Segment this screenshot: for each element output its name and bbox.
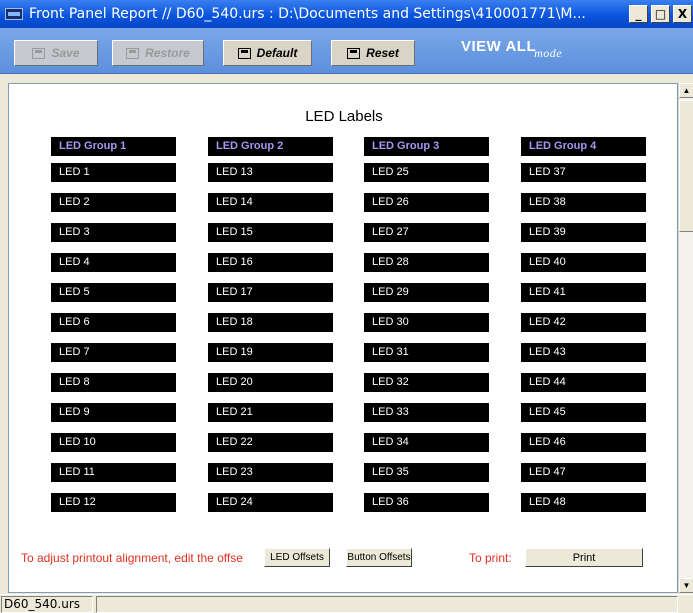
led-label: LED 35 [364, 463, 489, 482]
vertical-scrollbar[interactable]: ▲ ▼ [678, 83, 693, 593]
led-label: LED 31 [364, 343, 489, 362]
led-label: LED 14 [208, 193, 333, 212]
led-label: LED 18 [208, 313, 333, 332]
window-controls: _ □ X [629, 5, 692, 23]
view-all-label: VIEW ALL [461, 38, 537, 55]
led-group-header: LED Group 2 [208, 137, 333, 156]
close-button[interactable]: X [673, 5, 692, 23]
led-label: LED 47 [521, 463, 646, 482]
led-label: LED 16 [208, 253, 333, 272]
led-label: LED 8 [51, 373, 176, 392]
minimize-button[interactable]: _ [629, 5, 648, 23]
led-label: LED 24 [208, 493, 333, 512]
led-label: LED 5 [51, 283, 176, 302]
default-icon [237, 47, 251, 59]
button-offsets-button[interactable]: Button Offsets [346, 548, 412, 567]
status-file-name: D60_540.urs [1, 596, 93, 613]
led-group-column: LED Group 2 LED 13 LED 14 LED 15 LED 16 LED 1… [208, 137, 333, 523]
default-label: Default [256, 46, 298, 60]
led-group-header: LED Group 4 [521, 137, 646, 156]
save-label: Save [51, 46, 80, 60]
status-bar: D60_540.urs [0, 594, 693, 613]
report-footer: To adjust printout alignment, edit the o… [9, 547, 677, 569]
led-label: LED 45 [521, 403, 646, 422]
led-group-column: LED Group 3 LED 25 LED 26 LED 27 LED 28 LED 2… [364, 137, 489, 523]
led-label: LED 4 [51, 253, 176, 272]
default-button[interactable]: Default [223, 40, 312, 66]
led-group-column: LED Group 4 LED 37 LED 38 LED 39 LED 40 LED 4… [521, 137, 646, 523]
led-label: LED 21 [208, 403, 333, 422]
led-label: LED 19 [208, 343, 333, 362]
led-group-column: LED Group 1 LED 1 LED 2 LED 3 LED 4 LED 5 LED … [51, 137, 176, 523]
scrollbar-thumb[interactable] [679, 100, 693, 232]
app-window-icon [5, 8, 23, 20]
led-label: LED 38 [521, 193, 646, 212]
led-group-header: LED Group 3 [364, 137, 489, 156]
led-label: LED 3 [51, 223, 176, 242]
led-label: LED 34 [364, 433, 489, 452]
led-label: LED 40 [521, 253, 646, 272]
led-label: LED 39 [521, 223, 646, 242]
led-label: LED 27 [364, 223, 489, 242]
led-label: LED 44 [521, 373, 646, 392]
led-label: LED 13 [208, 163, 333, 182]
led-label: LED 32 [364, 373, 489, 392]
reset-icon [347, 47, 361, 59]
led-label: LED 29 [364, 283, 489, 302]
led-label: LED 25 [364, 163, 489, 182]
led-label: LED 26 [364, 193, 489, 212]
led-label: LED 23 [208, 463, 333, 482]
save-icon [32, 47, 46, 59]
led-label: LED 28 [364, 253, 489, 272]
led-label: LED 6 [51, 313, 176, 332]
led-label: LED 12 [51, 493, 176, 512]
save-button[interactable]: Save [14, 40, 98, 66]
scroll-down-arrow-icon[interactable]: ▼ [679, 578, 693, 593]
led-label: LED 30 [364, 313, 489, 332]
led-group-header: LED Group 1 [51, 137, 176, 156]
led-label: LED 46 [521, 433, 646, 452]
led-label: LED 36 [364, 493, 489, 512]
restore-icon [126, 47, 140, 59]
reset-button[interactable]: Reset [331, 40, 415, 66]
led-label: LED 7 [51, 343, 176, 362]
led-label: LED 42 [521, 313, 646, 332]
led-label: LED 2 [51, 193, 176, 212]
view-all-mode-toggle[interactable]: VIEW ALLmode [461, 38, 562, 60]
led-label: LED 9 [51, 403, 176, 422]
alignment-instructions: To adjust printout alignment, edit the o… [21, 551, 243, 565]
led-label: LED 10 [51, 433, 176, 452]
restore-button[interactable]: Restore [112, 40, 204, 66]
print-button[interactable]: Print [525, 548, 643, 567]
led-label: LED 17 [208, 283, 333, 302]
led-label: LED 43 [521, 343, 646, 362]
led-label: LED 1 [51, 163, 176, 182]
report-view: LED Labels LED Group 1 LED 1 LED 2 LED 3 LED… [8, 83, 678, 593]
led-label: LED 11 [51, 463, 176, 482]
status-panel [96, 596, 678, 613]
led-label: LED 15 [208, 223, 333, 242]
view-all-mode-label: mode [534, 46, 563, 60]
led-label: LED 20 [208, 373, 333, 392]
reset-label: Reset [366, 46, 399, 60]
toolbar: Save Restore Default Reset VIEW ALLmode [0, 28, 693, 74]
led-offsets-button[interactable]: LED Offsets [264, 548, 330, 567]
led-label: LED 37 [521, 163, 646, 182]
scroll-up-arrow-icon[interactable]: ▲ [679, 83, 693, 98]
led-label: LED 33 [364, 403, 489, 422]
maximize-button[interactable]: □ [651, 5, 670, 23]
led-label: LED 41 [521, 283, 646, 302]
led-labels-title: LED Labels [305, 108, 383, 125]
led-label: LED 22 [208, 433, 333, 452]
window-title: Front Panel Report // D60_540.urs : D:\D… [29, 6, 586, 22]
to-print-label: To print: [469, 551, 512, 565]
led-label: LED 48 [521, 493, 646, 512]
restore-label: Restore [145, 46, 190, 60]
title-bar: Front Panel Report // D60_540.urs : D:\D… [0, 0, 693, 28]
